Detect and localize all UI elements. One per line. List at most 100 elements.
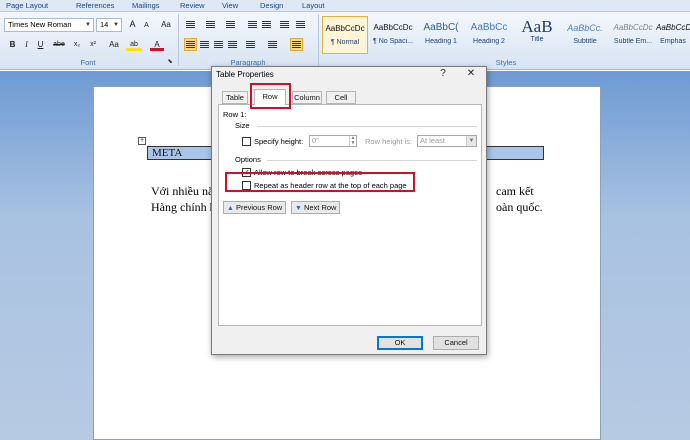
bullets-icon: [186, 21, 195, 28]
style-emphasis[interactable]: AaBbCcDc Emphas: [656, 16, 690, 54]
row-number-label: Row 1:: [223, 110, 247, 119]
next-row-button[interactable]: ▼ Next Row: [291, 201, 341, 214]
tab-review[interactable]: Review: [180, 1, 205, 10]
help-button[interactable]: ?: [436, 68, 450, 79]
spin-arrows-icon[interactable]: ▲ ▼: [349, 136, 356, 146]
dialog-launcher-icon[interactable]: ⬊: [166, 58, 174, 66]
font-name-value: Times New Roman: [8, 20, 72, 29]
numbering-button[interactable]: [204, 18, 217, 31]
align-center-icon: [200, 41, 209, 48]
allow-break-label: Allow row to break across pages: [254, 168, 362, 177]
multilevel-list-button[interactable]: [224, 18, 237, 31]
allow-break-checkbox[interactable]: ✓: [242, 168, 251, 177]
highlight-button[interactable]: ab: [126, 38, 142, 51]
line-spacing-button[interactable]: [244, 38, 257, 51]
align-left-button[interactable]: [184, 38, 197, 51]
tab-references[interactable]: References: [76, 1, 114, 10]
multilevel-list-icon: [226, 21, 235, 28]
options-section-label: Options: [235, 155, 261, 164]
style-subtitle[interactable]: AaBbCc. Subtitle: [562, 16, 608, 54]
style-sample: AaB: [521, 17, 553, 36]
tab-view[interactable]: View: [222, 1, 238, 10]
arrow-up-icon: ▲: [227, 205, 234, 212]
style-no-spacing[interactable]: AaBbCcDc ¶ No Spaci...: [370, 16, 416, 54]
repeat-header-label: Repeat as header row at the top of each …: [254, 181, 407, 190]
ribbon-tab-bar: Page Layout References Mailings Review V…: [0, 0, 690, 12]
cancel-button[interactable]: Cancel: [433, 336, 479, 350]
font-size-value: 14: [100, 20, 109, 29]
align-right-button[interactable]: [212, 38, 225, 51]
clear-formatting-button[interactable]: Aa: [158, 18, 174, 31]
body-text-line-1-left: Với nhiều nă: [151, 184, 214, 198]
style-sample: AaBbCcDc: [656, 23, 690, 32]
sort-button[interactable]: [278, 18, 291, 31]
style-subtle-emphasis[interactable]: AaBbCcDc Subtle Em...: [610, 16, 656, 54]
table-properties-dialog: Table Properties ? ✕ Table Row Column Ce…: [211, 66, 487, 355]
row-height-value: At least: [420, 136, 446, 145]
specify-height-checkbox[interactable]: [242, 137, 251, 146]
height-input[interactable]: 0" ▲ ▼: [309, 135, 357, 147]
chevron-down-icon: ▼: [113, 22, 119, 28]
style-heading-1[interactable]: AaBbC( Heading 1: [418, 16, 464, 54]
grow-font-button[interactable]: A: [126, 18, 139, 31]
group-separator: [178, 14, 179, 66]
align-center-button[interactable]: [198, 38, 211, 51]
body-text-line-1-right: cam kết: [496, 184, 534, 198]
bold-button[interactable]: B: [6, 38, 19, 51]
tab-cell[interactable]: Cell: [326, 91, 356, 104]
subscript-button[interactable]: x₂: [70, 38, 84, 51]
shading-button[interactable]: [266, 38, 279, 51]
numbering-icon: [206, 21, 215, 28]
style-name: Heading 1: [425, 38, 457, 45]
change-case-button[interactable]: Aa: [106, 38, 122, 51]
style-name: Subtle Em...: [613, 38, 653, 45]
ribbon: Times New Roman ▼ 14 ▼ A A Aa B I U abe …: [0, 12, 690, 70]
group-separator: [318, 14, 319, 66]
previous-row-button[interactable]: ▲ Previous Row: [223, 201, 287, 214]
justify-button[interactable]: [226, 38, 239, 51]
font-size-combo[interactable]: 14 ▼: [96, 18, 122, 32]
chevron-down-icon: ▼: [85, 22, 91, 28]
increase-indent-button[interactable]: [260, 18, 273, 31]
tab-page-layout[interactable]: Page Layout: [6, 1, 48, 10]
style-name: Title: [530, 36, 544, 43]
close-button[interactable]: ✕: [464, 68, 478, 79]
specify-height-label: Specify height:: [254, 137, 304, 146]
tab-row[interactable]: Row: [254, 89, 286, 105]
borders-icon: [292, 41, 301, 48]
tab-layout[interactable]: Layout: [302, 1, 325, 10]
superscript-button[interactable]: x²: [86, 38, 100, 51]
increase-indent-icon: [262, 21, 271, 28]
style-title[interactable]: AaB Title: [514, 16, 560, 54]
italic-button[interactable]: I: [20, 38, 33, 51]
body-text-line-2-left: Hàng chính h: [151, 200, 216, 214]
underline-button[interactable]: U: [34, 38, 47, 51]
previous-row-label: Previous Row: [235, 203, 283, 212]
style-name: Subtitle: [573, 38, 597, 45]
tab-design[interactable]: Design: [260, 1, 283, 10]
shrink-font-button[interactable]: A: [140, 19, 153, 32]
repeat-header-checkbox[interactable]: [242, 181, 251, 190]
tab-mailings[interactable]: Mailings: [132, 1, 160, 10]
divider: [257, 126, 477, 127]
style-sample: AaBbCc: [470, 22, 508, 33]
bullets-button[interactable]: [184, 18, 197, 31]
borders-button[interactable]: [290, 38, 303, 51]
decrease-indent-button[interactable]: [246, 18, 259, 31]
style-sample: AaBbC(: [423, 22, 459, 33]
row-height-is-label: Row height is:: [365, 137, 413, 146]
style-normal[interactable]: AaBbCcDc ¶ Normal: [322, 16, 368, 54]
tab-table[interactable]: Table: [222, 91, 248, 104]
tab-column[interactable]: Column: [292, 91, 322, 104]
row-height-select[interactable]: At least ▼: [417, 135, 477, 147]
strikethrough-button[interactable]: abe: [50, 38, 68, 51]
divider: [267, 160, 477, 161]
table-move-handle-icon[interactable]: +: [138, 137, 146, 145]
show-marks-button[interactable]: [294, 18, 307, 31]
dialog-title: Table Properties: [216, 70, 274, 79]
ok-button[interactable]: OK: [377, 336, 423, 350]
font-color-button[interactable]: A: [150, 38, 164, 51]
font-name-combo[interactable]: Times New Roman ▼: [4, 18, 94, 32]
style-heading-2[interactable]: AaBbCc Heading 2: [466, 16, 512, 54]
decrease-indent-icon: [248, 21, 257, 28]
